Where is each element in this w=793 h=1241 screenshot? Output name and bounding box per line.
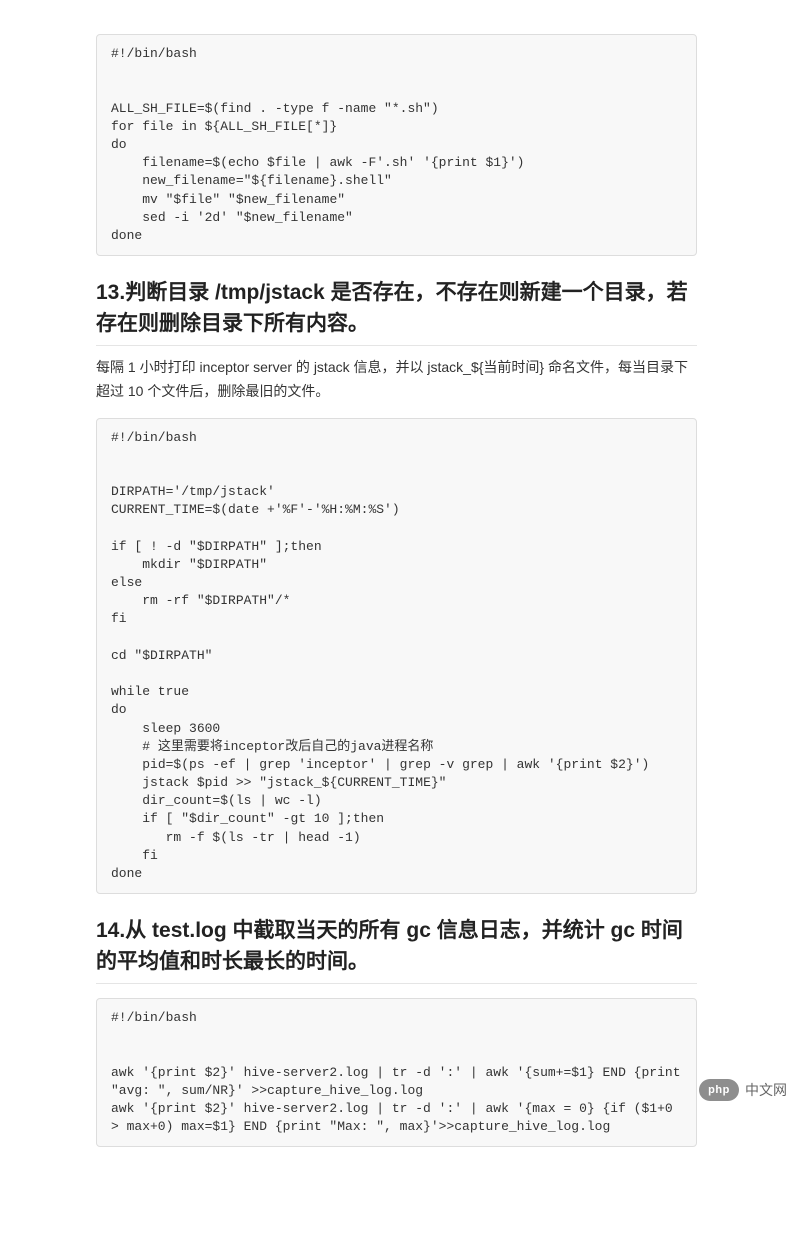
heading-13: 13.判断目录 /tmp/jstack 是否存在，不存在则新建一个目录，若存在则… — [96, 278, 697, 346]
heading-14: 14.从 test.log 中截取当天的所有 gc 信息日志，并统计 gc 时间… — [96, 916, 697, 984]
code-block-1: #!/bin/bash ALL_SH_FILE=$(find . -type f… — [96, 34, 697, 256]
code-block-3: #!/bin/bash awk '{print $2}' hive-server… — [96, 998, 697, 1147]
code-block-2: #!/bin/bash DIRPATH='/tmp/jstack' CURREN… — [96, 418, 697, 895]
paragraph-13: 每隔 1 小时打印 inceptor server 的 jstack 信息，并以… — [96, 356, 697, 404]
document-page: #!/bin/bash ALL_SH_FILE=$(find . -type f… — [0, 0, 793, 1241]
